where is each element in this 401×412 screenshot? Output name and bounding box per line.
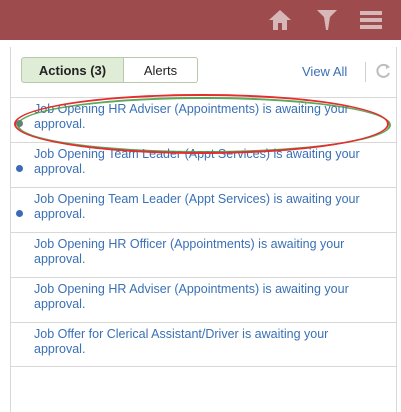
top-nav-bar xyxy=(0,0,401,40)
notifications-panel: Actions (3) Alerts View All Job Opening … xyxy=(10,47,397,412)
toolbar-divider xyxy=(365,62,366,82)
list-item[interactable]: Job Opening Team Leader (Appt Services) … xyxy=(11,142,396,187)
unread-dot-icon xyxy=(16,165,23,172)
refresh-icon[interactable] xyxy=(374,62,392,80)
list-item[interactable]: Job Opening Team Leader (Appt Services) … xyxy=(11,187,396,232)
flag-icon[interactable] xyxy=(314,8,340,32)
list-item-text[interactable]: Job Offer for Clerical Assistant/Driver … xyxy=(34,327,379,357)
tab-alerts[interactable]: Alerts xyxy=(124,57,198,83)
home-icon[interactable] xyxy=(267,8,293,32)
action-list: Job Opening HR Adviser (Appointments) is… xyxy=(11,97,396,367)
list-item[interactable]: Job Opening HR Adviser (Appointments) is… xyxy=(11,277,396,322)
unread-dot-icon xyxy=(16,210,23,217)
list-item[interactable]: Job Opening HR Adviser (Appointments) is… xyxy=(11,97,396,142)
list-item-text[interactable]: Job Opening Team Leader (Appt Services) … xyxy=(34,192,379,222)
tab-strip: Actions (3) Alerts xyxy=(21,57,198,85)
list-item-text[interactable]: Job Opening HR Officer (Appointments) is… xyxy=(34,237,379,267)
list-item[interactable]: Job Opening HR Officer (Appointments) is… xyxy=(11,232,396,277)
unread-dot-icon xyxy=(16,120,23,127)
view-all-link[interactable]: View All xyxy=(302,64,347,79)
list-item[interactable]: Job Offer for Clerical Assistant/Driver … xyxy=(11,322,396,367)
list-item-text[interactable]: Job Opening Team Leader (Appt Services) … xyxy=(34,147,379,177)
list-item-text[interactable]: Job Opening HR Adviser (Appointments) is… xyxy=(34,102,379,132)
list-item-text[interactable]: Job Opening HR Adviser (Appointments) is… xyxy=(34,282,379,312)
menu-icon[interactable] xyxy=(358,8,384,32)
tab-actions[interactable]: Actions (3) xyxy=(21,57,124,83)
